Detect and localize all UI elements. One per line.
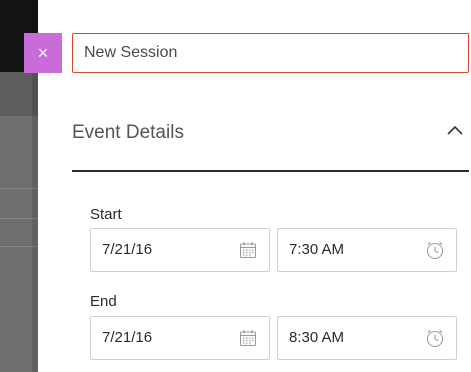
end-time-field[interactable]: 8:30 AM (277, 316, 457, 360)
end-time-value: 8:30 AM (289, 329, 345, 346)
end-date-value: 7/21/16 (102, 329, 153, 346)
start-time-value: 7:30 AM (289, 241, 345, 258)
end-label: End (90, 293, 117, 310)
section-divider (72, 170, 469, 172)
close-panel-button[interactable]: × (24, 33, 62, 73)
calendar-icon[interactable] (238, 328, 258, 348)
close-icon: × (37, 42, 49, 63)
start-date-field[interactable]: 7/21/16 (90, 228, 270, 272)
end-date-field[interactable]: 7/21/16 (90, 316, 270, 360)
section-title: Event Details (72, 122, 184, 143)
event-details-header[interactable]: Event Details (72, 110, 469, 170)
clock-icon[interactable] (425, 328, 445, 348)
session-title-input[interactable] (72, 33, 469, 73)
session-panel: Event Details Start 7/21/16 7:30 AM (62, 0, 471, 372)
start-time-field[interactable]: 7:30 AM (277, 228, 457, 272)
clock-icon[interactable] (425, 240, 445, 260)
start-label: Start (90, 206, 122, 223)
chevron-up-icon[interactable] (447, 124, 463, 136)
start-date-value: 7/21/16 (102, 241, 153, 258)
calendar-icon[interactable] (238, 240, 258, 260)
